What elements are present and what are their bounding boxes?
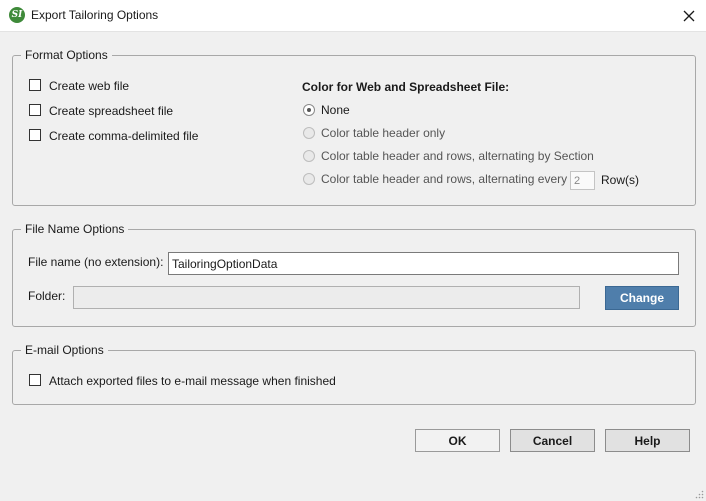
cancel-button[interactable]: Cancel bbox=[510, 429, 595, 452]
create-spreadsheet-file-checkbox[interactable] bbox=[29, 104, 41, 116]
radio-alternating-section-label: Color table header and rows, alternating… bbox=[321, 149, 594, 163]
window-title: Export Tailoring Options bbox=[31, 8, 159, 22]
radio-alternating-section[interactable] bbox=[303, 150, 315, 162]
ok-button[interactable]: OK bbox=[415, 429, 500, 452]
file-name-input[interactable] bbox=[168, 252, 679, 275]
file-name-label: File name (no extension): bbox=[28, 255, 164, 269]
change-folder-button[interactable]: Change bbox=[605, 286, 679, 310]
attach-files-label: Attach exported files to e-mail message … bbox=[49, 374, 336, 388]
attach-files-checkbox[interactable] bbox=[29, 374, 41, 386]
radio-none-label: None bbox=[321, 103, 350, 117]
resize-grip-icon[interactable] bbox=[694, 489, 704, 499]
create-web-file-checkbox[interactable] bbox=[29, 79, 41, 91]
create-spreadsheet-file-label: Create spreadsheet file bbox=[49, 104, 174, 118]
title-bar: SI Export Tailoring Options bbox=[0, 0, 706, 32]
email-options-legend: E-mail Options bbox=[25, 343, 104, 357]
radio-alternating-rows-label: Color table header and rows, alternating… bbox=[321, 172, 568, 186]
format-options-legend: Format Options bbox=[25, 48, 108, 62]
radio-alternating-rows[interactable] bbox=[303, 173, 315, 185]
folder-label: Folder: bbox=[28, 289, 66, 303]
create-comma-delimited-checkbox[interactable] bbox=[29, 129, 41, 141]
color-heading: Color for Web and Spreadsheet File: bbox=[302, 80, 510, 94]
radio-header-only[interactable] bbox=[303, 127, 315, 139]
folder-input[interactable] bbox=[73, 286, 580, 309]
rows-suffix-label: Row(s) bbox=[601, 173, 639, 187]
create-comma-delimited-label: Create comma-delimited file bbox=[49, 129, 199, 143]
help-button[interactable]: Help bbox=[605, 429, 690, 452]
create-web-file-label: Create web file bbox=[49, 79, 130, 93]
close-button[interactable] bbox=[672, 0, 706, 31]
app-logo-icon: SI bbox=[9, 7, 25, 23]
close-icon bbox=[683, 10, 695, 21]
rows-count-input[interactable] bbox=[570, 171, 595, 190]
radio-none[interactable] bbox=[303, 104, 315, 116]
file-name-options-legend: File Name Options bbox=[25, 222, 125, 236]
radio-header-only-label: Color table header only bbox=[321, 126, 446, 140]
